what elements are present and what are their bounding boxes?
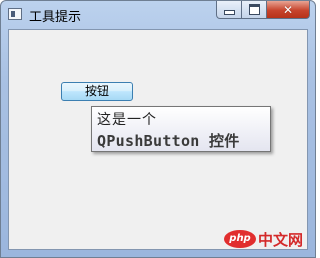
tooltip: 这是一个 QPushButton 控件 <box>91 106 271 152</box>
title-bar[interactable]: 工具提示 ✕ <box>1 1 315 29</box>
maximize-button[interactable] <box>242 1 267 19</box>
maximize-icon <box>248 4 260 15</box>
window-controls: ✕ <box>216 1 310 19</box>
minimize-button[interactable] <box>216 1 242 19</box>
window-title: 工具提示 <box>29 10 82 25</box>
minimize-icon <box>223 10 235 15</box>
main-window: 工具提示 ✕ 按钮 这是一个 QPushButton 控件 <box>0 0 316 258</box>
app-icon[interactable] <box>8 8 22 20</box>
tooltip-line-2: QPushButton 控件 <box>97 132 240 150</box>
close-button[interactable]: ✕ <box>267 1 310 19</box>
watermark-text: 中文网 <box>258 230 304 249</box>
push-button[interactable]: 按钮 <box>61 82 133 101</box>
client-area: 按钮 这是一个 QPushButton 控件 <box>8 29 308 250</box>
close-icon: ✕ <box>282 2 294 17</box>
tooltip-line-1: 这是一个 <box>97 112 157 128</box>
php-logo: php <box>224 230 256 248</box>
watermark: php 中文网 <box>224 229 303 249</box>
